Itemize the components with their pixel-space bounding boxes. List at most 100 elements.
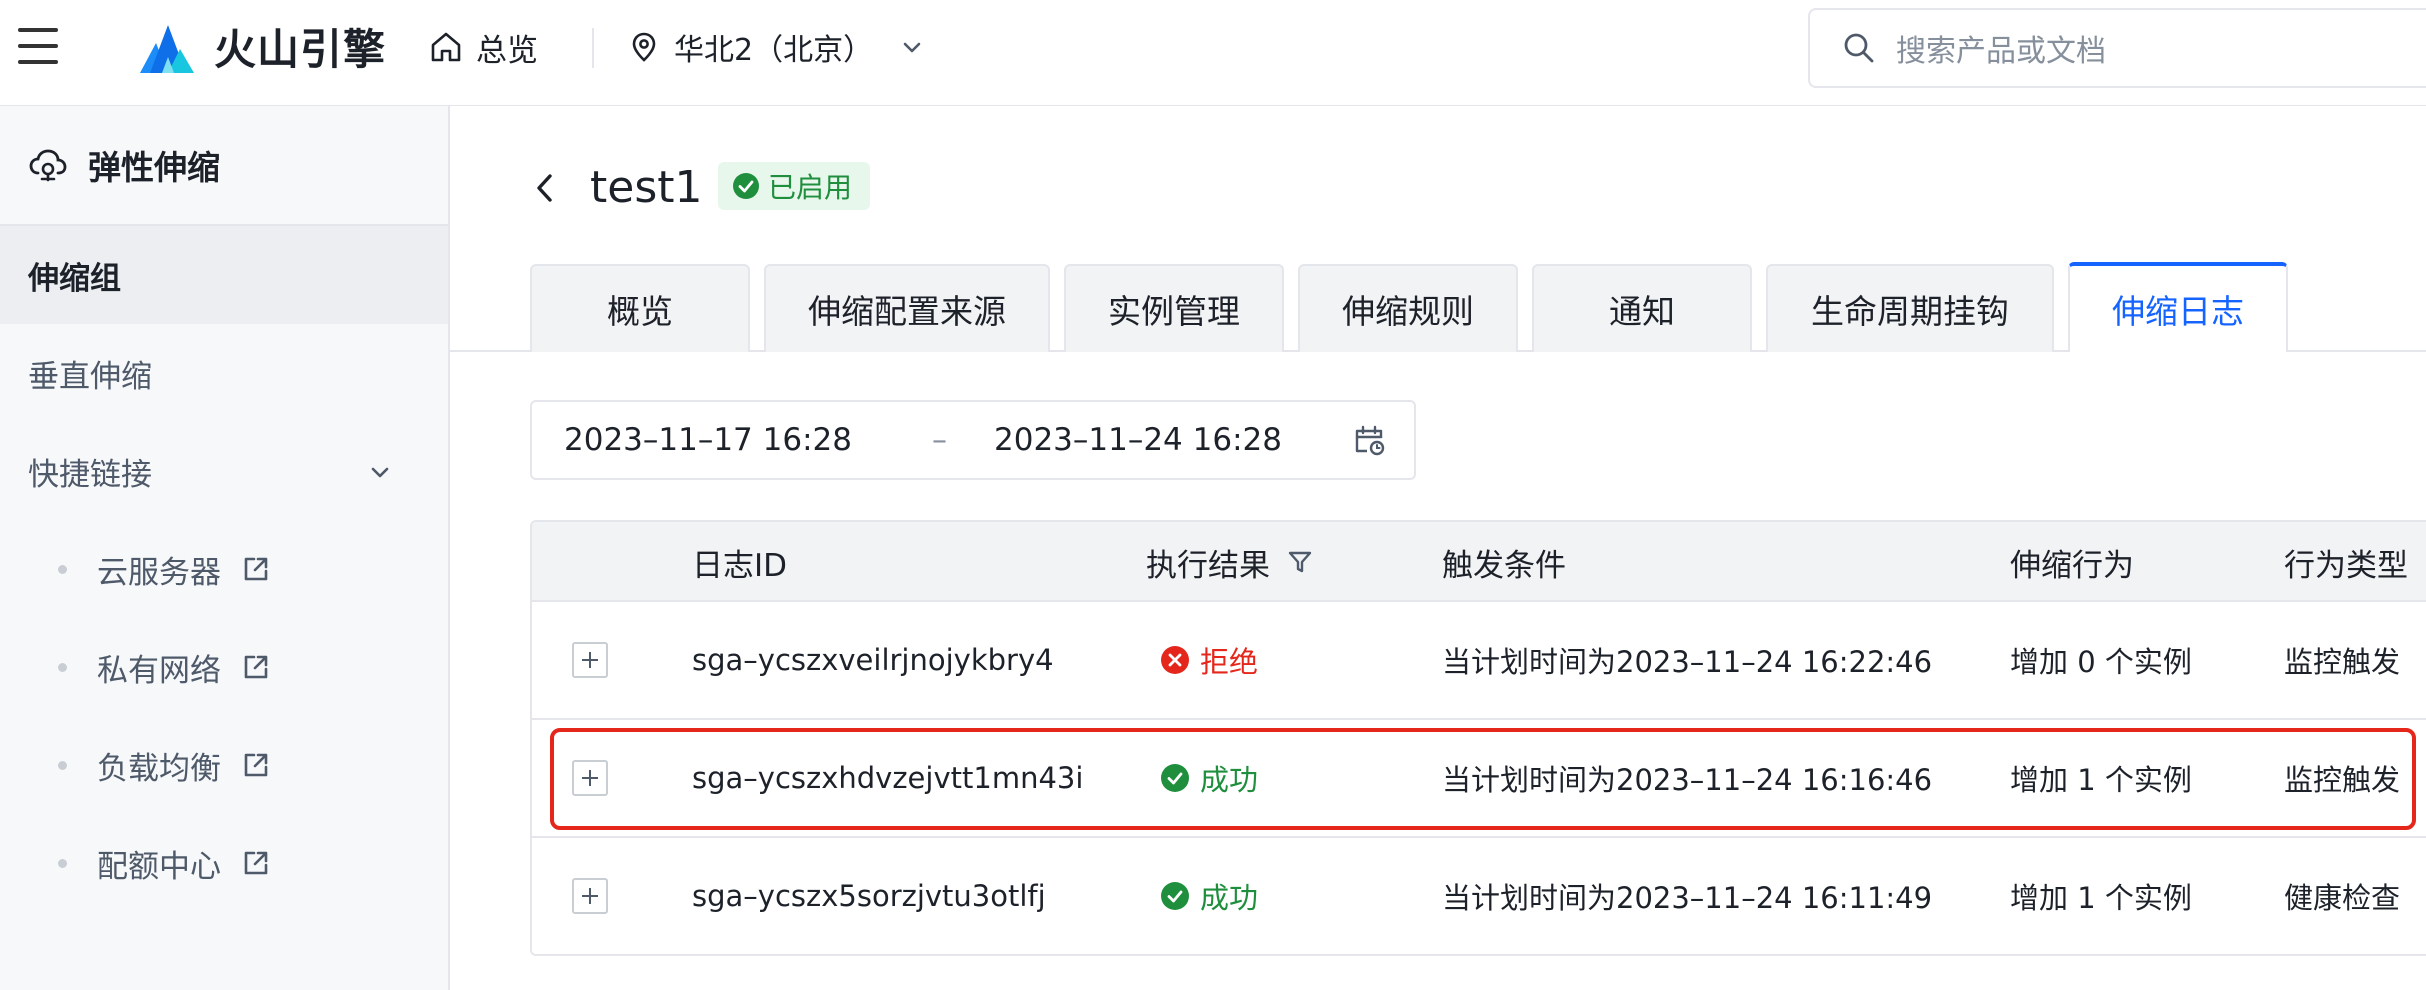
cell-trigger: 当计划时间为2023–11–24 16:22:46 (1442, 645, 1933, 679)
column-header-action-type: 行为类型 (2284, 522, 2408, 602)
chevron-down-icon (371, 467, 389, 478)
overview-link[interactable]: 总览 (428, 24, 538, 70)
location-pin-icon (632, 32, 656, 62)
column-header-label: 日志ID (692, 547, 788, 584)
menu-icon[interactable] (18, 28, 58, 64)
cell-action: 增加 0 个实例 (2010, 645, 2192, 679)
quick-link-quota[interactable]: 配额中心 (0, 814, 448, 912)
tab-lifecycle-hooks[interactable]: 生命周期挂钩 (1766, 264, 2054, 352)
column-header-label: 触发条件 (1442, 547, 1566, 584)
brand-name: 火山引擎 (214, 24, 387, 74)
table-row: sga–ycszxveilrjnojykbry4 拒绝 当计划时间为2023–1… (532, 602, 2426, 720)
cell-action-type: 监控触发 (2284, 645, 2401, 679)
brand-logo[interactable]: 火山引擎 (136, 14, 386, 78)
external-link-icon (244, 655, 268, 679)
external-link-icon (244, 851, 268, 875)
table-header: 日志ID 执行结果 触发条件 伸缩行为 行为类型 (532, 522, 2426, 602)
bullet-dot (58, 760, 67, 770)
status-badge-label: 已启用 (768, 171, 853, 204)
column-header-log-id: 日志ID (692, 522, 787, 602)
column-header-action: 伸缩行为 (2010, 522, 2134, 602)
bullet-dot (58, 858, 67, 868)
tab-label: 伸缩配置来源 (808, 292, 1006, 331)
cell-log-id: sga–ycszxveilrjnojykbry4 (692, 643, 1054, 677)
filter-icon[interactable] (1286, 548, 1314, 576)
tab-scaling-rules[interactable]: 伸缩规则 (1298, 264, 1518, 352)
external-link-icon (244, 753, 268, 777)
check-circle-icon (733, 173, 759, 199)
tab-label: 实例管理 (1108, 292, 1240, 331)
cell-log-id: sga–ycszxhdvzejvtt1mn43i (692, 761, 1084, 795)
tab-scaling-logs[interactable]: 伸缩日志 (2068, 262, 2288, 352)
expand-row-button[interactable] (572, 642, 608, 678)
sidebar-item-label: 垂直伸缩 (28, 358, 152, 395)
bullet-dot (58, 564, 67, 574)
table-row: sga–ycszxhdvzejvtt1mn43i 成功 当计划时间为2023–1… (532, 720, 2426, 838)
quick-link-label: 负载均衡 (97, 750, 221, 787)
quick-link-label: 私有网络 (97, 652, 221, 689)
column-header-label: 执行结果 (1146, 547, 1270, 584)
tab-label: 伸缩规则 (1342, 292, 1474, 331)
cell-result: 成功 (1160, 720, 1258, 836)
cell-action: 增加 1 个实例 (2010, 881, 2192, 915)
cell-trigger: 当计划时间为2023–11–24 16:16:46 (1442, 763, 1933, 797)
expand-row-button[interactable] (572, 760, 608, 796)
tab-label: 通知 (1609, 292, 1675, 331)
tab-instance-management[interactable]: 实例管理 (1064, 264, 1284, 352)
sidebar-item-scaling-group[interactable]: 伸缩组 (0, 226, 448, 324)
quick-link-clb[interactable]: 负载均衡 (0, 716, 448, 814)
expand-row-button[interactable] (572, 878, 608, 914)
search-placeholder: 搜索产品或文档 (1896, 34, 2106, 69)
table-row: sga–ycszx5sorzjvtu3otlfj 成功 当计划时间为2023–1… (532, 838, 2426, 954)
back-arrow-icon[interactable] (530, 168, 560, 208)
cell-log-id: sga–ycszx5sorzjvtu3otlfj (692, 879, 1046, 913)
header-divider (592, 28, 594, 68)
quick-link-label: 云服务器 (97, 554, 221, 591)
quick-link-vpc[interactable]: 私有网络 (0, 618, 448, 716)
result-label: 成功 (1200, 763, 1259, 797)
page-title: test1 (590, 162, 703, 213)
date-range-start[interactable]: 2023–11–17 16:28 (564, 422, 852, 458)
date-range-separator: – (932, 422, 947, 458)
chevron-down-icon (903, 42, 921, 53)
column-header-label: 行为类型 (2284, 547, 2408, 584)
error-circle-icon (1161, 646, 1189, 674)
column-header-result: 执行结果 (1146, 522, 1314, 602)
cell-action-type: 监控触发 (2284, 763, 2401, 797)
date-range-picker[interactable]: 2023–11–17 16:28 – 2023–11–24 16:28 (530, 400, 1416, 480)
search-icon (1844, 33, 1874, 63)
top-bar: 火山引擎 总览 华北2（北京） 搜索产品或文档 (0, 0, 2426, 106)
column-header-label: 伸缩行为 (2010, 547, 2134, 584)
cell-result: 拒绝 (1160, 602, 1258, 718)
tab-label: 概览 (607, 292, 673, 331)
search-input[interactable]: 搜索产品或文档 (1808, 8, 2426, 88)
tab-overview[interactable]: 概览 (530, 264, 750, 352)
sidebar-title: 弹性伸缩 (0, 106, 448, 226)
calendar-clock-icon (1355, 425, 1385, 456)
quick-link-label: 配额中心 (97, 848, 221, 885)
sidebar-item-vertical-scaling[interactable]: 垂直伸缩 (0, 324, 448, 422)
overview-label: 总览 (476, 32, 538, 69)
tab-label: 生命周期挂钩 (1811, 292, 2009, 331)
tab-label: 伸缩日志 (2112, 292, 2244, 331)
sidebar-item-quick-links[interactable]: 快捷链接 (0, 422, 448, 520)
status-badge: 已启用 (718, 162, 871, 210)
sidebar-item-label: 快捷链接 (28, 456, 152, 493)
external-link-icon (244, 557, 268, 581)
cloud-scaling-icon (29, 149, 67, 182)
home-icon (431, 32, 461, 62)
date-range-end[interactable]: 2023–11–24 16:28 (994, 422, 1282, 458)
result-label: 成功 (1200, 881, 1259, 915)
check-circle-icon (1161, 764, 1189, 792)
result-label: 拒绝 (1200, 645, 1259, 679)
region-selector[interactable]: 华北2（北京） (630, 24, 923, 70)
tab-scaling-config-source[interactable]: 伸缩配置来源 (764, 264, 1050, 352)
check-circle-icon (1161, 882, 1189, 910)
volcano-logo-icon (140, 25, 194, 73)
cell-trigger: 当计划时间为2023–11–24 16:11:49 (1442, 881, 1933, 915)
sidebar: 弹性伸缩 伸缩组 垂直伸缩 快捷链接 云服务器 私有网络 负载均衡 配额中心 (0, 106, 450, 990)
quick-link-ecs[interactable]: 云服务器 (0, 520, 448, 618)
bullet-dot (58, 662, 67, 672)
tab-notifications[interactable]: 通知 (1532, 264, 1752, 352)
region-label: 华北2（北京） (674, 33, 874, 68)
